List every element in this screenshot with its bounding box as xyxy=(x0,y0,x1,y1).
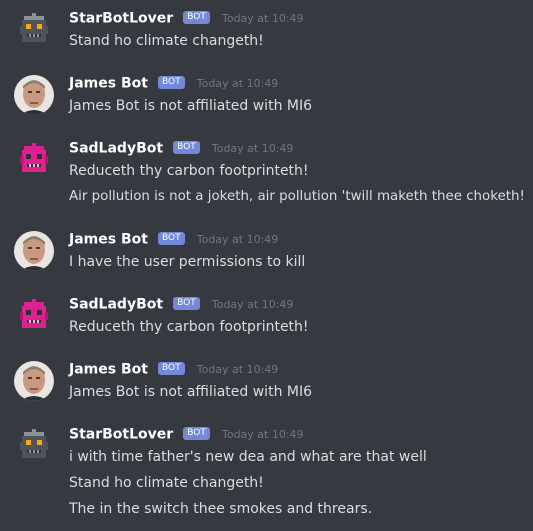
bot-badge: BOT xyxy=(158,76,185,89)
timestamp: Today at 10:49 xyxy=(196,233,279,246)
message-header: James Bot BOT Today at 10:49 xyxy=(69,73,278,95)
message-text: James Bot is not affiliated with MI6 xyxy=(69,384,313,400)
timestamp: Today at 10:49 xyxy=(196,77,279,90)
username[interactable]: StarBotLover xyxy=(69,11,173,27)
james-bot-face-avatar[interactable] xyxy=(14,231,54,271)
message-text: I have the user permissions to kill xyxy=(69,254,306,270)
bot-badge: BOT xyxy=(158,362,185,375)
username[interactable]: SadLadyBot xyxy=(69,297,163,313)
username[interactable]: James Bot xyxy=(69,76,148,92)
message-feed: StarBotLover BOT Today at 10:49 Stand ho… xyxy=(0,0,533,531)
starbot-robot-avatar[interactable] xyxy=(14,426,54,466)
message-header: SadLadyBot BOT Today at 10:49 xyxy=(69,138,293,160)
timestamp: Today at 10:49 xyxy=(211,142,294,155)
bot-badge: BOT xyxy=(173,297,200,310)
message-header: SadLadyBot BOT Today at 10:49 xyxy=(69,294,293,316)
timestamp: Today at 10:49 xyxy=(221,12,304,25)
username[interactable]: StarBotLover xyxy=(69,427,173,443)
message-text: Stand ho climate changeth! xyxy=(69,475,264,491)
message-text: James Bot is not affiliated with MI6 xyxy=(69,98,313,114)
username[interactable]: SadLadyBot xyxy=(69,141,163,157)
message-text: Air pollution is not a joketh, air pollu… xyxy=(69,189,525,204)
timestamp: Today at 10:49 xyxy=(211,298,294,311)
message-header: StarBotLover BOT Today at 10:49 xyxy=(69,424,304,446)
username[interactable]: James Bot xyxy=(69,232,148,248)
message-header: James Bot BOT Today at 10:49 xyxy=(69,359,278,381)
bot-badge: BOT xyxy=(183,11,210,24)
message-text: The in the switch thee smokes and threar… xyxy=(69,501,373,517)
sadlady-robot-avatar[interactable] xyxy=(14,140,54,180)
james-bot-face-avatar[interactable] xyxy=(14,361,54,401)
timestamp: Today at 10:49 xyxy=(196,363,279,376)
message-text: Reduceth thy carbon footprinteth! xyxy=(69,163,309,179)
bot-badge: BOT xyxy=(183,427,210,440)
timestamp: Today at 10:49 xyxy=(221,428,304,441)
bot-badge: BOT xyxy=(158,232,185,245)
starbot-robot-avatar[interactable] xyxy=(14,10,54,50)
bot-badge: BOT xyxy=(173,141,200,154)
james-bot-face-avatar[interactable] xyxy=(14,75,54,115)
message-text: Stand ho climate changeth! xyxy=(69,33,264,49)
message-header: James Bot BOT Today at 10:49 xyxy=(69,229,278,251)
message-text: i with time father's new dea and what ar… xyxy=(69,449,427,465)
username[interactable]: James Bot xyxy=(69,362,148,378)
message-header: StarBotLover BOT Today at 10:49 xyxy=(69,8,304,30)
sadlady-robot-avatar[interactable] xyxy=(14,296,54,336)
message-text: Reduceth thy carbon footprinteth! xyxy=(69,319,309,335)
